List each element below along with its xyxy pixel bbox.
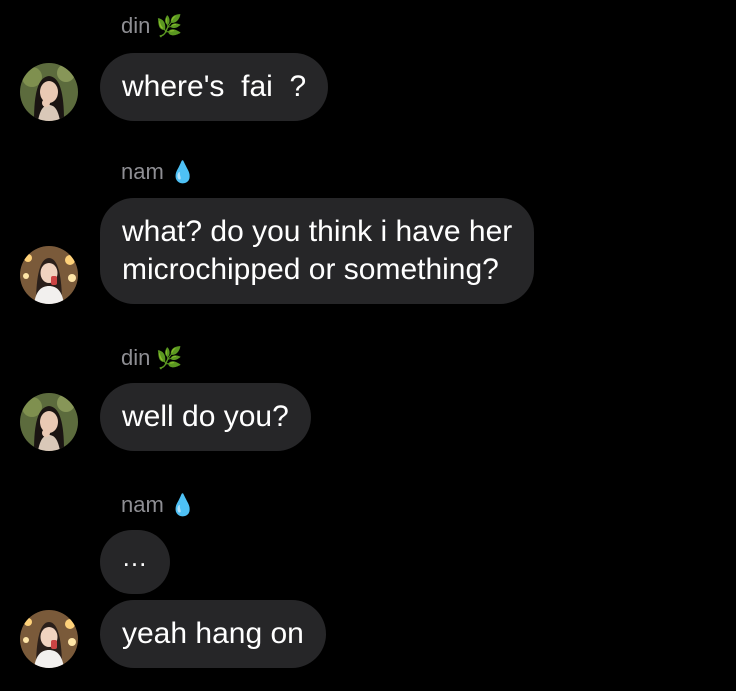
sender-name-nam: nam 💧 (121, 158, 196, 186)
avatar-nam-2[interactable] (20, 610, 78, 668)
avatar-din-image (20, 393, 78, 451)
message-bubble-3[interactable]: well do you? (78, 383, 311, 451)
ellipsis-text: ... (122, 542, 148, 572)
avatar-nam-image (20, 246, 78, 304)
leaf-icon: 🌿 (156, 346, 183, 370)
message-text: well do you? (122, 400, 289, 433)
leaf-icon: 🌿 (156, 14, 183, 38)
droplet-icon: 💧 (169, 160, 196, 184)
avatar-din-image (20, 63, 78, 121)
avatar-nam[interactable] (20, 246, 78, 304)
sender-name-din: din 🌿 (121, 12, 183, 40)
message-text-line-1: what? do you think i have her (122, 215, 513, 248)
message-text: yeah hang on (122, 617, 304, 650)
sender-name-nam-2: nam 💧 (121, 491, 196, 519)
message-bubble-2[interactable]: what? do you think i have her microchipp… (77, 198, 535, 304)
message-text-line-2: microchipped or something? (122, 253, 499, 286)
droplet-icon: 💧 (169, 493, 196, 517)
typing-bubble: ... (100, 530, 170, 594)
sender-name-din-2: din 🌿 (121, 344, 183, 372)
sender-label: nam (121, 159, 164, 184)
sender-label: din (121, 13, 151, 38)
message-text: where's fai ? (122, 70, 307, 103)
message-thread: din 🌿 where's fai ? nam 💧 what? do you t… (0, 0, 736, 691)
avatar-din-2[interactable] (20, 393, 78, 451)
message-bubble-1[interactable]: where's fai ? (77, 53, 329, 121)
sender-label: nam (121, 492, 164, 517)
avatar-din[interactable] (20, 63, 78, 121)
avatar-nam-image (20, 610, 78, 668)
message-bubble-4[interactable]: yeah hang on (78, 600, 326, 668)
sender-label: din (121, 345, 151, 370)
